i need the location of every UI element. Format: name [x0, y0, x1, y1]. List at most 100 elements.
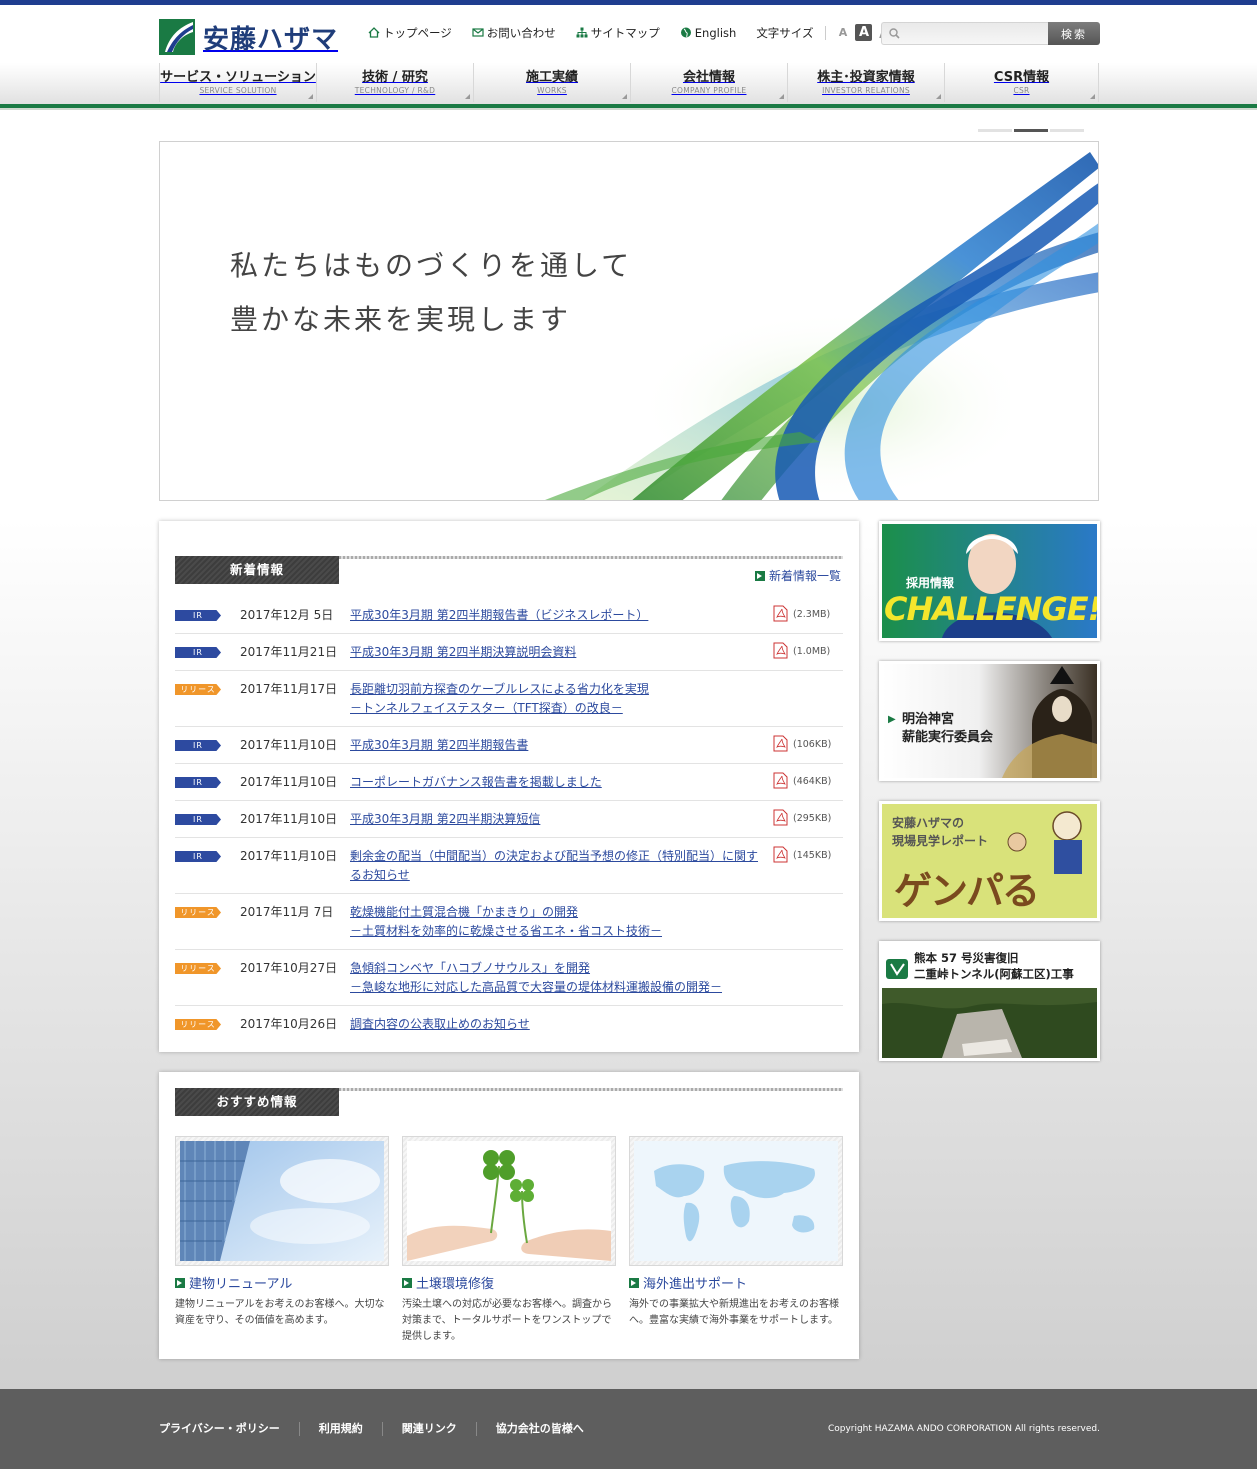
card-renewal[interactable]: 建物リニューアル 建物リニューアルをお考えのお客様へ。大切な資産を守り、その価値… — [175, 1136, 389, 1345]
pdf-info[interactable]: (2.3MB) — [773, 605, 830, 624]
gnav-sublabel: SERVICE SOLUTION — [199, 86, 277, 95]
pdf-icon — [773, 772, 788, 789]
news-row: リリース 2017年11月 7日 乾燥機能付土質混合機「かまきり」の開発 －土質材… — [175, 894, 843, 950]
news-row: IR 2017年11月10日 平成30年3月期 第2四半期報告書 (106KB) — [175, 727, 843, 764]
card-title-link[interactable]: 海外進出サポート — [629, 1273, 843, 1292]
news-title-link[interactable]: 長距離切羽前方探査のケーブルレスによる省力化を実現 －トンネルフェイステスター（T… — [350, 680, 760, 718]
news-title: 平成30年3月期 第2四半期決算短信 — [350, 812, 541, 826]
corner-arrow-icon — [1090, 94, 1095, 99]
corner-arrow-icon — [779, 94, 784, 99]
search-button[interactable]: 検索 — [1048, 22, 1100, 45]
slider-dot-active[interactable] — [1014, 129, 1048, 132]
font-size-label: 文字サイズ — [756, 25, 814, 40]
news-title: 剰余金の配当（中間配当）の決定および配当予想の修正（特別配当）に関するお知らせ — [350, 849, 759, 882]
news-title-link[interactable]: 調査内容の公表取止めのお知らせ — [350, 1015, 760, 1034]
news-date: 2017年11月10日 — [240, 738, 338, 752]
hero-banner[interactable]: 私たちはものづくりを通して 豊かな未来を実現します — [159, 141, 1099, 501]
gnav-sublabel: TECHNOLOGY / R&D — [354, 86, 436, 95]
gnav-label: 株主･投資家情報 — [817, 70, 915, 85]
news-title: 乾燥機能付土質混合機「かまきり」の開発 — [350, 905, 579, 919]
card-description: 汚染土壌への対応が必要なお客様へ。調査から対策まで、トータルサポートをワンストッ… — [402, 1299, 612, 1342]
news-list: IR 2017年12月 5日 平成30年3月期 第2四半期報告書（ビジネスレポー… — [175, 597, 843, 1042]
news-title: 調査内容の公表取止めのお知らせ — [350, 1017, 530, 1031]
hero-headline-line1: 私たちはものづくりを通して — [230, 249, 633, 282]
util-link-sitemap[interactable]: サイトマップ — [576, 25, 660, 41]
news-title-link[interactable]: 剰余金の配当（中間配当）の決定および配当予想の修正（特別配当）に関するお知らせ — [350, 847, 760, 885]
gnav-item-csr[interactable]: CSR情報 CSR — [944, 63, 1099, 102]
gnav-sublabel: COMPANY PROFILE — [671, 86, 747, 95]
news-row: IR 2017年11月21日 平成30年3月期 第2四半期決算説明会資料 (1.… — [175, 634, 843, 671]
news-title: 長距離切羽前方探査のケーブルレスによる省力化を実現 — [350, 682, 649, 696]
recommend-heading: おすすめ情報 — [175, 1088, 339, 1116]
footer-link-privacy[interactable]: プライバシー・ポリシー — [159, 1422, 299, 1436]
release-badge: リリース — [175, 907, 221, 918]
news-date: 2017年11月 7日 — [240, 905, 334, 919]
gnav-item-works[interactable]: 施工実績 WORKS — [473, 63, 630, 102]
banner-meiji[interactable]: ▶ 明治神宮 薪能実行委員会 — [879, 661, 1100, 781]
meiji-arrow-icon: ▶ — [888, 714, 896, 725]
corner-arrow-icon — [936, 94, 941, 99]
pdf-info[interactable]: (106KB) — [773, 735, 831, 754]
news-row: IR 2017年11月10日 剰余金の配当（中間配当）の決定および配当予想の修正… — [175, 838, 843, 894]
util-link-english[interactable]: English — [680, 26, 736, 40]
news-title-link[interactable]: 平成30年3月期 第2四半期報告書（ビジネスレポート） — [350, 606, 760, 625]
news-title-link[interactable]: 急傾斜コンベヤ「ハコブノサウルス」を開発 －急峻な地形に対応した高品質で大容量の堤… — [350, 959, 760, 997]
gnav-item-company[interactable]: 会社情報 COMPANY PROFILE — [630, 63, 787, 102]
gnav-label: 会社情報 — [682, 70, 735, 85]
banner-recruit[interactable]: 採用情報 CHALLENGE!! — [879, 521, 1100, 641]
slider-pager — [978, 129, 1086, 132]
news-title-link[interactable]: 平成30年3月期 第2四半期報告書 — [350, 736, 760, 755]
hero-headline-line2: 豊かな未来を実現します — [230, 303, 572, 336]
gnav-item-service[interactable]: サービス・ソリューション SERVICE SOLUTION — [159, 63, 316, 102]
utility-nav: トップページ お問い合わせ サイトマップ English 文字サイズ A A A — [368, 24, 897, 42]
news-title-link[interactable]: コーポレートガバナンス報告書を掲載しました — [350, 773, 760, 792]
card-title-link[interactable]: 建物リニューアル — [175, 1273, 389, 1292]
footer-link-partners[interactable]: 協力会社の皆様へ — [475, 1422, 603, 1436]
gnav-item-technology[interactable]: 技術 / 研究 TECHNOLOGY / R&D — [316, 63, 473, 102]
news-title-link[interactable]: 平成30年3月期 第2四半期決算短信 — [350, 810, 760, 829]
genba-line2: 現場見学レポート — [892, 834, 989, 848]
news-title: 平成30年3月期 第2四半期決算説明会資料 — [350, 645, 577, 659]
search-input[interactable] — [904, 24, 1044, 45]
news-title: コーポレートガバナンス報告書を掲載しました — [350, 775, 602, 789]
util-link-contact[interactable]: お問い合わせ — [472, 25, 556, 41]
gnav-label: サービス・ソリューション — [160, 70, 316, 85]
sitemap-icon — [576, 27, 588, 38]
logo-mark-icon — [159, 19, 195, 55]
pdf-size: (295KB) — [793, 813, 832, 824]
banner-kumamoto[interactable]: 熊本 57 号災害復旧 二重峠トンネル(阿蘇工区)工事 — [879, 941, 1100, 1061]
card-description: 建物リニューアルをお考えのお客様へ。大切な資産を守り、その価値を高めます。 — [175, 1299, 385, 1326]
pdf-info[interactable]: (1.0MB) — [773, 642, 830, 661]
news-date: 2017年11月10日 — [240, 775, 338, 789]
corner-arrow-icon — [308, 94, 313, 99]
card-title-link[interactable]: 土壌環境修復 — [402, 1273, 616, 1292]
news-title: 平成30年3月期 第2四半期報告書 — [350, 738, 529, 752]
kumamoto-line2: 二重峠トンネル(阿蘇工区)工事 — [914, 967, 1074, 981]
pdf-info[interactable]: (295KB) — [773, 809, 831, 828]
ir-badge: IR — [175, 777, 221, 788]
slider-dot[interactable] — [1050, 129, 1084, 132]
font-size-small-button[interactable]: A — [834, 24, 851, 41]
gnav-item-investor[interactable]: 株主･投資家情報 INVESTOR RELATIONS — [787, 63, 944, 102]
card-overseas[interactable]: 海外進出サポート 海外での事業拡大や新規進出をお考えのお客様へ。豊富な実績で海外… — [629, 1136, 843, 1345]
footer-link-terms[interactable]: 利用規約 — [298, 1422, 382, 1436]
corner-arrow-icon — [465, 94, 470, 99]
banner-genba[interactable]: 安藤ハザマの 現場見学レポート ゲンパる — [879, 801, 1100, 921]
font-size-medium-button[interactable]: A — [855, 24, 873, 41]
news-title-link[interactable]: 平成30年3月期 第2四半期決算説明会資料 — [350, 643, 760, 662]
news-title-link[interactable]: 乾燥機能付土質混合機「かまきり」の開発 －土質材料を効率的に乾燥させる省エネ・省コ… — [350, 903, 760, 941]
pdf-icon — [773, 642, 788, 659]
pdf-size: (464KB) — [793, 776, 832, 787]
gnav-sublabel: INVESTOR RELATIONS — [822, 86, 910, 95]
ir-badge: IR — [175, 740, 221, 751]
news-date: 2017年11月10日 — [240, 812, 338, 826]
recommend-panel: おすすめ情報 建物リニューアル 建物リニューアルをお考えのお客様へ。大切な資産を… — [159, 1072, 859, 1359]
news-list-link[interactable]: 新着情報一覧 — [754, 567, 841, 584]
slider-dot[interactable] — [978, 129, 1012, 132]
card-soil[interactable]: 土壌環境修復 汚染土壌への対応が必要なお客様へ。調査から対策まで、トータルサポー… — [402, 1136, 616, 1345]
site-logo[interactable]: 安藤ハザマ — [159, 17, 339, 57]
pdf-info[interactable]: (145KB) — [773, 846, 831, 865]
pdf-info[interactable]: (464KB) — [773, 772, 831, 791]
footer-link-related[interactable]: 関連リンク — [381, 1422, 476, 1436]
util-link-top[interactable]: トップページ — [368, 25, 452, 41]
